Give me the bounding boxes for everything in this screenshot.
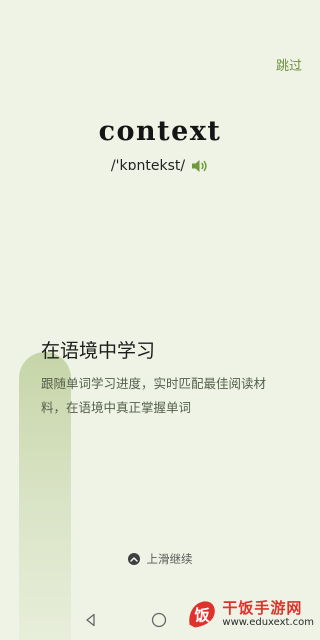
swipe-label: 上滑继续 bbox=[146, 552, 193, 566]
watermark-name: 干饭手游网 bbox=[222, 599, 303, 618]
back-icon[interactable] bbox=[84, 613, 98, 627]
speaker-icon[interactable] bbox=[191, 158, 209, 174]
watermark-url: www.eduxext.com bbox=[222, 616, 314, 628]
onboarding-screen: 跳过 context /'kɒntekst/ 在语境中学习 跟随单词学习进度，实… bbox=[0, 0, 320, 640]
intro-description: 跟随单词学习进度，实时匹配最佳阅读材料，在语境中真正掌握单词 bbox=[41, 376, 267, 415]
swipe-up-hint[interactable]: 上滑继续 bbox=[0, 551, 320, 567]
phonetic-text: /'kɒntekst/ bbox=[110, 158, 186, 174]
word-title: context bbox=[98, 116, 222, 147]
intro-title: 在语境中学习 bbox=[41, 340, 156, 362]
watermark: 饭 干饭手游网 www.eduxext.com bbox=[186, 594, 314, 634]
home-icon[interactable] bbox=[151, 612, 167, 628]
phonetic-row: /'kɒntekst/ bbox=[0, 158, 320, 174]
chevron-up-icon bbox=[127, 553, 140, 565]
skip-button[interactable]: 跳过 bbox=[276, 55, 302, 74]
watermark-logo: 饭 bbox=[189, 601, 215, 628]
svg-text:饭: 饭 bbox=[194, 606, 211, 624]
